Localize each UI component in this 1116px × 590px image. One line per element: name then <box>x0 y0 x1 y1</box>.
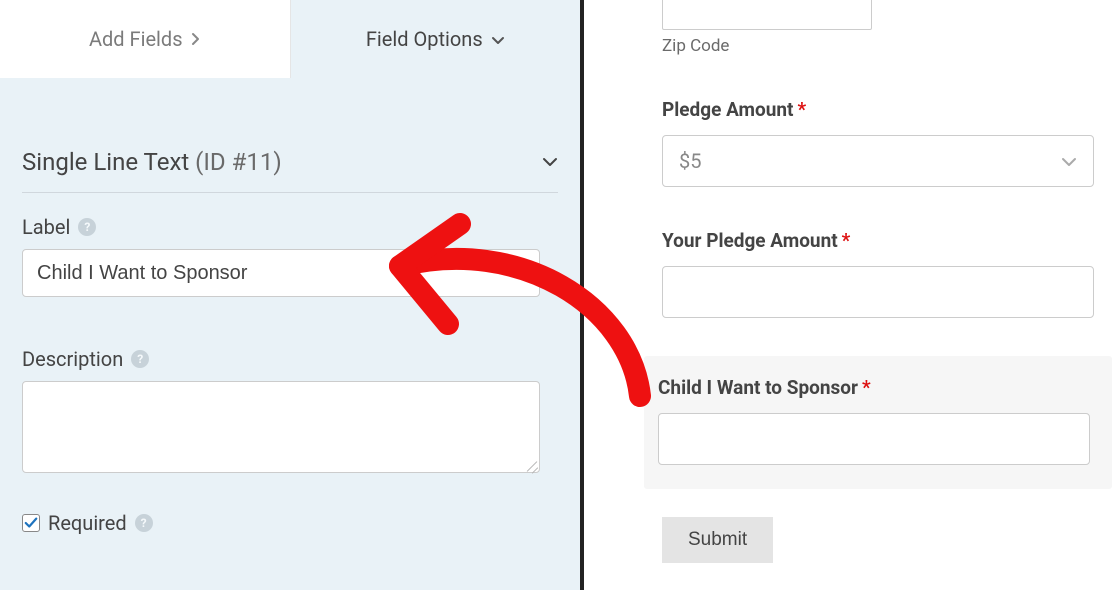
child-sponsor-label: Child I Want to Sponsor* <box>658 376 1098 399</box>
chevron-right-icon <box>191 27 201 51</box>
field-label-input[interactable] <box>22 249 540 297</box>
required-caption: Required <box>48 511 127 535</box>
help-icon[interactable]: ? <box>135 514 153 532</box>
required-star-icon: * <box>862 376 871 399</box>
field-type-title: Single Line Text (ID #11) <box>22 148 282 176</box>
required-checkbox[interactable] <box>22 514 40 532</box>
field-description-input[interactable] <box>22 381 540 473</box>
your-pledge-amount-label: Your Pledge Amount* <box>662 229 1094 252</box>
field-id-text: (ID #11) <box>195 148 282 176</box>
sidebar-tabs: Add Fields Field Options <box>0 0 580 78</box>
zip-code-label: Zip Code <box>662 36 1094 56</box>
label-caption: Label <box>22 215 70 239</box>
your-pledge-amount-input[interactable] <box>662 266 1094 318</box>
pledge-amount-selected-value: $5 <box>679 149 701 173</box>
pledge-amount-label-text: Pledge Amount <box>662 98 793 121</box>
tab-add-fields-label: Add Fields <box>89 27 183 51</box>
help-icon[interactable]: ? <box>131 350 149 368</box>
field-header[interactable]: Single Line Text (ID #11) <box>22 108 558 193</box>
required-star-icon: * <box>797 98 806 121</box>
tab-field-options-label: Field Options <box>366 27 483 51</box>
child-sponsor-input[interactable] <box>658 413 1090 465</box>
zip-code-field: Zip Code <box>662 0 1094 56</box>
chevron-down-icon <box>1061 149 1077 173</box>
field-options-sidebar: Add Fields Field Options Single Line Tex… <box>0 0 580 590</box>
description-caption: Description <box>22 347 123 371</box>
pledge-amount-label: Pledge Amount* <box>662 98 1094 121</box>
required-row[interactable]: Required ? <box>22 511 558 535</box>
form-preview-panel: Zip Code Pledge Amount* $5 Your Pledge A… <box>580 0 1116 590</box>
pledge-amount-select[interactable]: $5 <box>662 135 1094 187</box>
selected-field-block[interactable]: Child I Want to Sponsor* <box>644 356 1112 489</box>
chevron-down-icon <box>542 153 558 172</box>
tab-field-options[interactable]: Field Options <box>291 0 581 78</box>
child-sponsor-label-text: Child I Want to Sponsor <box>658 376 858 399</box>
submit-button[interactable]: Submit <box>662 517 773 563</box>
chevron-down-icon <box>491 27 505 51</box>
field-type-name: Single Line Text <box>22 148 189 176</box>
zip-code-input[interactable] <box>662 0 872 30</box>
help-icon[interactable]: ? <box>78 218 96 236</box>
your-pledge-amount-label-text: Your Pledge Amount <box>662 229 838 252</box>
required-star-icon: * <box>842 229 851 252</box>
tab-add-fields[interactable]: Add Fields <box>0 0 291 78</box>
